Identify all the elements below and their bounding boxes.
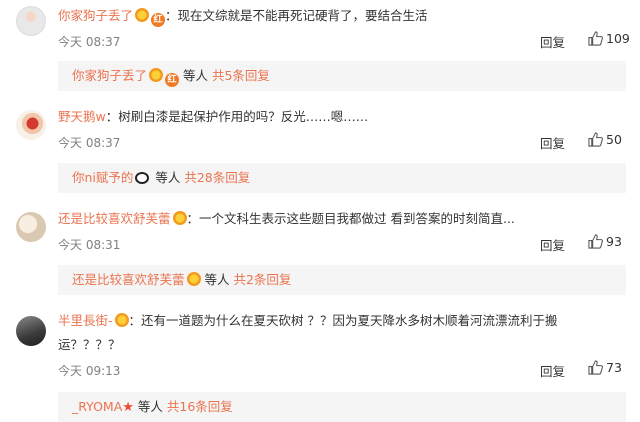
- thread-suffix: 等人: [133, 399, 167, 414]
- red-badge-icon: 红: [165, 73, 180, 87]
- thumbs-up-icon: [588, 360, 603, 375]
- comment-text: ：现在文综就是不能再死记硬背了，要结合生活: [165, 8, 428, 23]
- reply-thread-summary[interactable]: 你ni赋予的 等人 共28条回复: [58, 163, 626, 193]
- vip-badge-icon: [149, 68, 164, 82]
- comment-text: ：树刷白漆是起保护作用的吗？反光……嗯……: [105, 109, 369, 124]
- reply-thread-summary[interactable]: 还是比较喜欢舒芙蕾 等人 共2条回复: [58, 265, 626, 295]
- thread-user[interactable]: 还是比较喜欢舒芙蕾: [72, 272, 185, 287]
- username-link[interactable]: 野天鹅w: [58, 109, 106, 124]
- comment-line: 你家狗子丢了 红：现在文综就是不能再死记硬背了，要结合生活: [58, 7, 428, 27]
- vip-badge-icon: [186, 272, 201, 286]
- like-button[interactable]: 50: [588, 132, 622, 147]
- reply-button[interactable]: 回复: [540, 133, 565, 152]
- thread-user[interactable]: 你家狗子丢了: [72, 68, 147, 83]
- thumbs-up-icon: [588, 31, 603, 46]
- thread-suffix: 等人: [151, 170, 185, 185]
- vip-badge-icon: [135, 8, 150, 22]
- thumbs-up-icon: [588, 132, 603, 147]
- comment-text-continued: 运？？？？: [58, 337, 121, 352]
- thread-more-link[interactable]: 共16条回复: [167, 399, 233, 414]
- vip-badge-icon: [114, 313, 129, 327]
- like-button[interactable]: 109: [588, 31, 630, 46]
- timestamp: 今天 08:37: [58, 35, 121, 49]
- vip-badge-icon: [172, 211, 187, 225]
- like-count: 73: [606, 360, 622, 375]
- thread-more-link[interactable]: 共5条回复: [212, 68, 270, 83]
- username-link[interactable]: 你家狗子丢了: [58, 8, 133, 23]
- star-icon: ★: [122, 400, 134, 415]
- thread-more-link[interactable]: 共28条回复: [184, 170, 250, 185]
- comment-line: 半里長街- ：还有一道题为什么在夏天砍树 ？？因为夏天降水多树木顺着河流漂流利于搬: [58, 312, 558, 330]
- username-link[interactable]: 半里長街-: [58, 313, 113, 328]
- timestamp: 今天 08:31: [58, 238, 121, 252]
- red-badge-icon: 红: [151, 13, 166, 27]
- like-count: 50: [606, 132, 622, 147]
- reply-button[interactable]: 回复: [540, 361, 565, 380]
- like-count: 109: [606, 31, 630, 46]
- like-button[interactable]: 93: [588, 234, 622, 249]
- avatar[interactable]: [16, 212, 46, 242]
- comment-text: ：还有一道题为什么在夏天砍树 ？？因为夏天降水多树木顺着河流漂流利于搬: [128, 313, 558, 328]
- comment-line: 野天鹅w：树刷白漆是起保护作用的吗？反光……嗯……: [58, 108, 368, 126]
- thread-suffix: 等人: [179, 68, 212, 83]
- comment-line: 还是比较喜欢舒芙蕾 ：一个文科生表示这些题目我都做过 看到答案的时刻简直...: [58, 210, 515, 228]
- avatar[interactable]: [16, 110, 46, 140]
- like-count: 93: [606, 234, 622, 249]
- avatar[interactable]: [16, 6, 46, 36]
- thread-user[interactable]: _RYOMA: [72, 399, 122, 414]
- comment-text: ：一个文科生表示这些题目我都做过 看到答案的时刻简直...: [186, 211, 515, 226]
- reply-button[interactable]: 回复: [540, 235, 565, 254]
- panda-icon: [135, 172, 150, 184]
- thread-more-link[interactable]: 共2条回复: [233, 272, 291, 287]
- username-link[interactable]: 还是比较喜欢舒芙蕾: [58, 211, 171, 226]
- thread-suffix: 等人: [200, 272, 234, 287]
- like-button[interactable]: 73: [588, 360, 622, 375]
- avatar[interactable]: [16, 316, 46, 346]
- timestamp: 今天 09:13: [58, 364, 121, 378]
- thread-user[interactable]: 你ni赋予的: [72, 170, 133, 185]
- reply-thread-summary[interactable]: _RYOMA★ 等人 共16条回复: [58, 392, 626, 422]
- timestamp: 今天 08:37: [58, 136, 121, 150]
- reply-thread-summary[interactable]: 你家狗子丢了 红 等人 共5条回复: [58, 61, 626, 91]
- reply-button[interactable]: 回复: [540, 32, 565, 51]
- thumbs-up-icon: [588, 234, 603, 249]
